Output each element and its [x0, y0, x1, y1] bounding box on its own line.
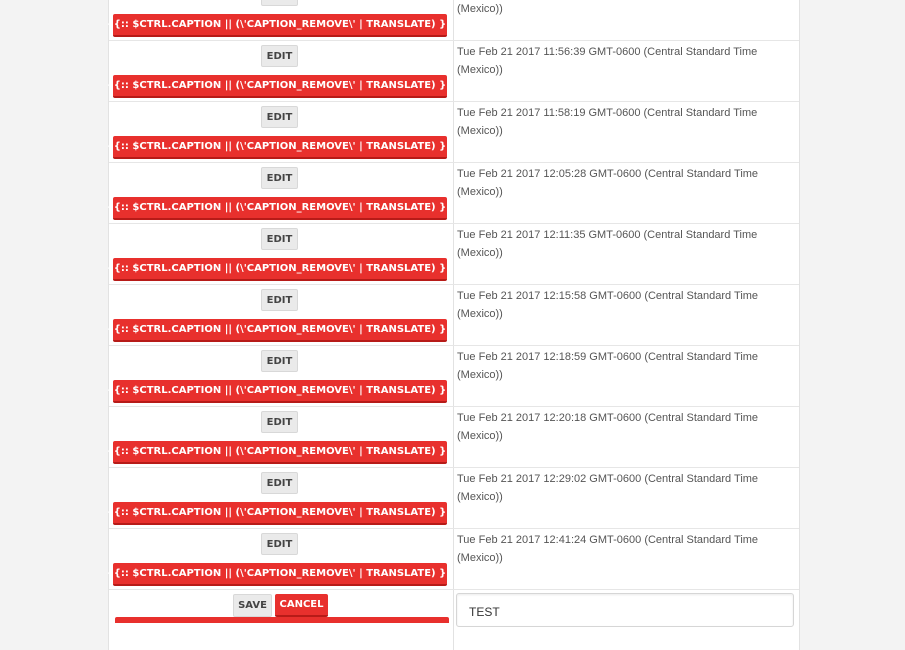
row-actions: EDIT {{:: $CTRL.CAPTION || (\'CAPTION_RE… [107, 285, 454, 345]
remove-button[interactable]: {{:: $CTRL.CAPTION || (\'CAPTION_REMOVE\… [107, 14, 453, 37]
row-actions: EDIT {{:: $CTRL.CAPTION || (\'CAPTION_RE… [107, 224, 454, 284]
date-cell: Tue Feb 21 2017 12:20:18 GMT-0600 (Centr… [457, 412, 759, 442]
edit-cell: TEST [454, 590, 799, 650]
remove-button[interactable]: {{:: $CTRL.CAPTION || (\'CAPTION_REMOVE\… [107, 380, 453, 403]
table-row: EDIT {{:: $CTRL.CAPTION || (\'CAPTION_RE… [107, 285, 799, 346]
date-cell: Tue Feb 21 2017 12:18:59 GMT-0600 (Centr… [457, 351, 759, 381]
edit-button[interactable]: EDIT [261, 0, 298, 6]
row-actions: SAVE CANCEL [109, 590, 454, 650]
row-actions: EDIT {{:: $CTRL.CAPTION || (\'CAPTION_RE… [107, 163, 454, 223]
edit-button[interactable]: EDIT [261, 228, 298, 250]
row-actions: EDIT {{:: $CTRL.CAPTION || (\'CAPTION_RE… [107, 102, 454, 162]
date-cell: Tue Feb 21 2017 12:11:35 GMT-0600 (Centr… [457, 229, 758, 259]
cancel-button[interactable]: CANCEL [275, 594, 328, 617]
date-cell: Tue Feb 21 2017 12:41:24 GMT-0600 (Centr… [457, 534, 759, 564]
remove-button[interactable]: {{:: $CTRL.CAPTION || (\'CAPTION_REMOVE\… [107, 441, 453, 464]
table-row: EDIT {{:: $CTRL.CAPTION || (\'CAPTION_RE… [107, 102, 799, 163]
date-cell: Tue Feb 21 2017 12:15:58 GMT-0600 (Centr… [457, 290, 759, 320]
row-actions: EDIT {{:: $CTRL.CAPTION || (\'CAPTION_RE… [107, 346, 454, 406]
date-cell: Tue Feb 21 2017 11:56:39 GMT-0600 (Centr… [457, 46, 758, 76]
edit-button[interactable]: EDIT [261, 533, 298, 555]
edit-button[interactable]: EDIT [261, 350, 298, 372]
table-row: EDIT {{:: $CTRL.CAPTION || (\'CAPTION_RE… [107, 163, 799, 224]
remove-button[interactable]: {{:: $CTRL.CAPTION || (\'CAPTION_REMOVE\… [107, 136, 453, 159]
edit-button[interactable]: EDIT [261, 289, 298, 311]
table-row: EDIT {{:: $CTRL.CAPTION || (\'CAPTION_RE… [107, 346, 799, 407]
edit-button[interactable]: EDIT [261, 45, 298, 67]
table-row: EDIT {{:: $CTRL.CAPTION || (\'CAPTION_RE… [107, 0, 799, 41]
date-cell: Tue Feb 21 2017 11:58:19 GMT-0600 (Centr… [457, 107, 758, 137]
row-actions: EDIT {{:: $CTRL.CAPTION || (\'CAPTION_RE… [107, 0, 454, 40]
table-row: EDIT {{:: $CTRL.CAPTION || (\'CAPTION_RE… [107, 41, 799, 102]
remove-button[interactable]: {{:: $CTRL.CAPTION || (\'CAPTION_REMOVE\… [107, 319, 453, 342]
remove-button[interactable]: {{:: $CTRL.CAPTION || (\'CAPTION_REMOVE\… [107, 502, 453, 525]
row-actions: EDIT {{:: $CTRL.CAPTION || (\'CAPTION_RE… [107, 41, 454, 101]
edit-input[interactable]: TEST [456, 593, 794, 627]
date-cell: Tue Feb 21 2017 12:05:28 GMT-0600 (Centr… [457, 168, 759, 198]
date-cell: Tue Feb 21 2017 12:29:02 GMT-0600 (Centr… [457, 473, 759, 503]
edit-button[interactable]: EDIT [261, 472, 298, 494]
table-row: EDIT {{:: $CTRL.CAPTION || (\'CAPTION_RE… [107, 468, 799, 529]
remove-button[interactable]: {{:: $CTRL.CAPTION || (\'CAPTION_REMOVE\… [107, 258, 453, 281]
row-actions: EDIT {{:: $CTRL.CAPTION || (\'CAPTION_RE… [107, 468, 454, 528]
table-row-editing: SAVE CANCEL TEST [109, 590, 799, 650]
table-row: EDIT {{:: $CTRL.CAPTION || (\'CAPTION_RE… [107, 224, 799, 285]
edit-button[interactable]: EDIT [261, 167, 298, 189]
table-row: EDIT {{:: $CTRL.CAPTION || (\'CAPTION_RE… [107, 407, 799, 468]
date-cell: (Mexico)) [454, 0, 799, 40]
remove-button[interactable]: {{:: $CTRL.CAPTION || (\'CAPTION_REMOVE\… [107, 75, 453, 98]
row-actions: EDIT {{:: $CTRL.CAPTION || (\'CAPTION_RE… [107, 529, 454, 589]
save-button[interactable]: SAVE [233, 594, 272, 617]
records-table: EDIT {{:: $CTRL.CAPTION || (\'CAPTION_RE… [107, 0, 800, 650]
remove-button[interactable] [115, 617, 449, 623]
row-actions: EDIT {{:: $CTRL.CAPTION || (\'CAPTION_RE… [107, 407, 454, 467]
date-text: (Mexico)) [457, 3, 503, 15]
edit-button[interactable]: EDIT [261, 106, 298, 128]
remove-button[interactable]: {{:: $CTRL.CAPTION || (\'CAPTION_REMOVE\… [107, 563, 453, 586]
table-row: EDIT {{:: $CTRL.CAPTION || (\'CAPTION_RE… [107, 529, 799, 590]
edit-button[interactable]: EDIT [261, 411, 298, 433]
remove-button[interactable]: {{:: $CTRL.CAPTION || (\'CAPTION_REMOVE\… [107, 197, 453, 220]
